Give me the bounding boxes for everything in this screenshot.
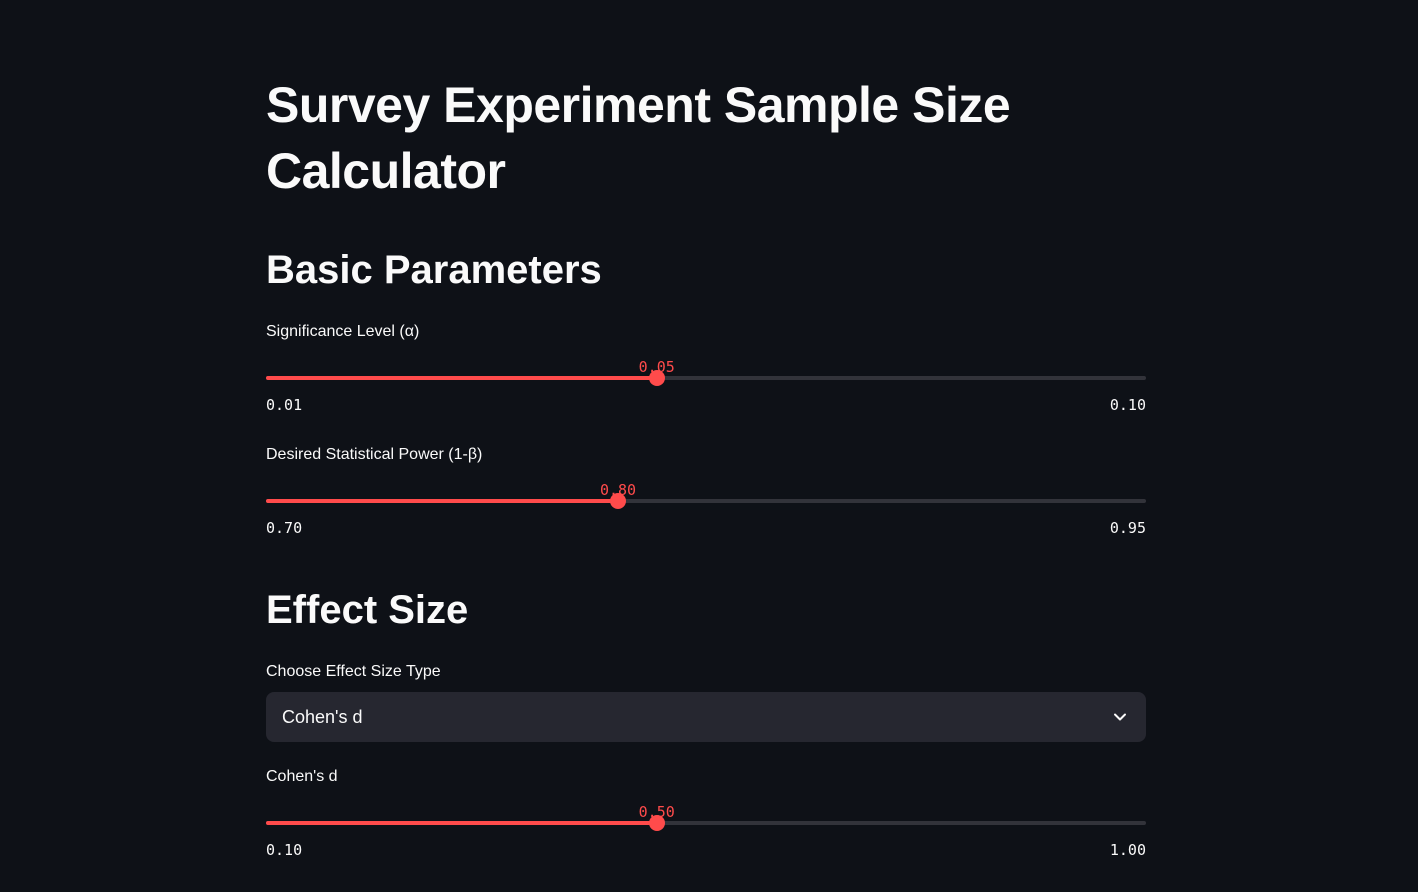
alpha-slider-track[interactable] [266,370,1146,386]
effect-type-select-value: Cohen's d [282,707,363,727]
cohen-d-slider[interactable]: 0.50 0.10 1.00 [266,802,1146,872]
power-slider-fill [266,499,618,503]
alpha-slider-label: Significance Level (α) [266,323,420,340]
section-heading-effect-size: Effect Size [266,588,469,632]
cohen-d-slider-max: 1.00 [1109,841,1146,859]
cohen-d-slider-min: 0.10 [266,841,303,859]
alpha-slider-fill [266,376,657,380]
alpha-slider-thumb[interactable] [648,370,665,386]
alpha-slider-max: 0.10 [1109,396,1146,414]
power-slider[interactable]: 0.80 0.70 0.95 [266,480,1146,550]
section-heading-basic-parameters: Basic Parameters [266,248,602,292]
cohen-d-slider-label: Cohen's d [266,768,338,785]
app-page: Survey Experiment Sample Size Calculator… [0,0,1418,892]
effect-type-select-label: Choose Effect Size Type [266,663,441,680]
chevron-down-icon[interactable] [1112,709,1128,725]
power-slider-max: 0.95 [1109,519,1146,537]
power-slider-min: 0.70 [266,519,303,537]
power-slider-track[interactable] [266,493,1146,509]
effect-type-select[interactable]: Cohen's d [266,692,1146,742]
power-slider-thumb[interactable] [610,493,626,509]
cohen-d-slider-fill [266,821,657,825]
alpha-slider[interactable]: 0.05 0.01 0.10 [266,357,1146,427]
alpha-slider-min: 0.01 [266,396,303,414]
cohen-d-slider-thumb[interactable] [648,815,665,831]
power-slider-label: Desired Statistical Power (1-β) [266,446,483,463]
cohen-d-slider-track[interactable] [266,815,1146,831]
page-title: Survey Experiment Sample Size Calculator [266,77,1011,199]
